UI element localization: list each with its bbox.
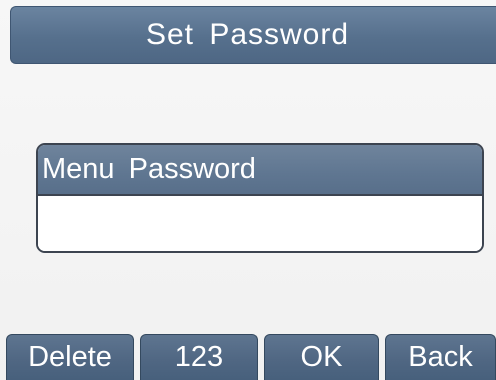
page-title: Set Password <box>145 18 350 51</box>
ok-button[interactable]: OK <box>264 334 379 380</box>
input-mode-button[interactable]: 123 <box>140 334 258 380</box>
menu-password-label: Menu Password <box>42 153 256 185</box>
phone-screen: Set Password Menu Password Delete 123 OK… <box>0 0 496 380</box>
title-bar: Set Password <box>10 6 496 64</box>
back-button[interactable]: Back <box>385 334 496 380</box>
delete-button[interactable]: Delete <box>6 334 134 380</box>
softkey-bar: Delete 123 OK Back <box>6 334 496 380</box>
menu-password-field-group: Menu Password <box>36 143 484 253</box>
menu-password-input[interactable] <box>38 196 482 251</box>
field-label-bar: Menu Password <box>38 145 482 196</box>
